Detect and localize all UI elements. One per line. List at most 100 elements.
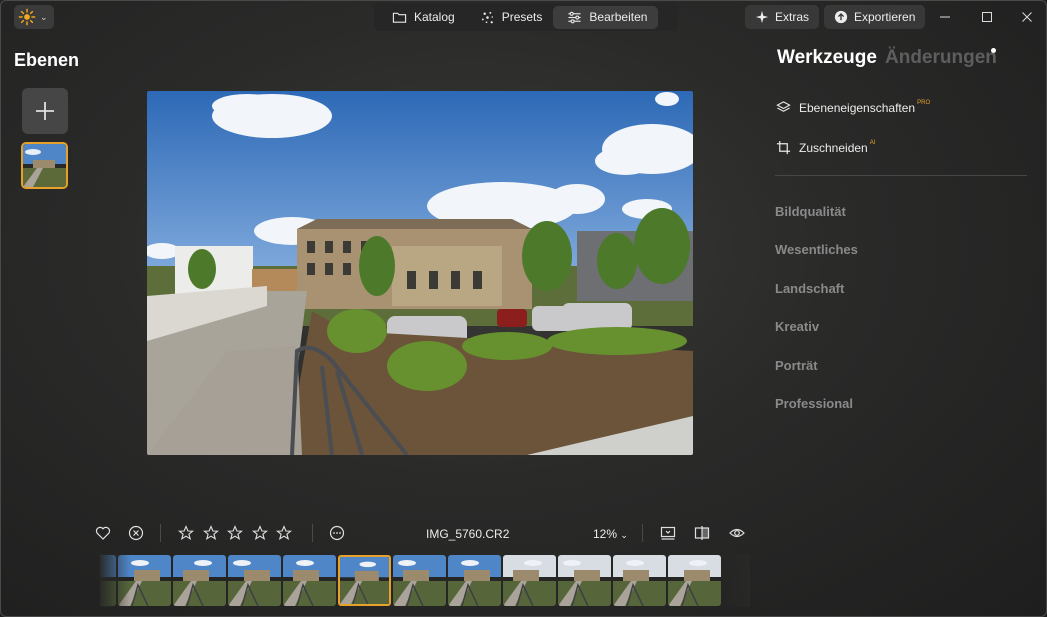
tab-presets[interactable]: Presets xyxy=(466,6,554,29)
category-portraet[interactable]: Porträt xyxy=(775,358,818,373)
tab-bearbeiten-label: Bearbeiten xyxy=(589,10,648,24)
filmstrip-thumbnail-selected[interactable] xyxy=(338,555,391,606)
more-options-button[interactable] xyxy=(328,524,346,542)
export-button[interactable]: Exportieren xyxy=(824,5,926,29)
star-icon xyxy=(251,525,268,541)
filmstrip-thumbnail-image xyxy=(558,555,611,606)
star-rating-5[interactable] xyxy=(275,524,293,542)
compare-button[interactable] xyxy=(693,524,711,542)
chevron-down-icon: ⌄ xyxy=(620,530,628,540)
tab-werkzeuge[interactable]: Werkzeuge xyxy=(777,47,877,69)
filmstrip-thumbnail[interactable] xyxy=(668,555,721,606)
filmstrip-thumbnail[interactable] xyxy=(503,555,556,606)
preview-button[interactable] xyxy=(728,524,746,542)
tab-bearbeiten[interactable]: Bearbeiten xyxy=(553,5,659,29)
layer-thumbnail[interactable] xyxy=(21,142,68,189)
filmstrip-thumbnail[interactable] xyxy=(228,555,281,606)
export-label: Exportieren xyxy=(854,10,916,24)
star-rating-2[interactable] xyxy=(202,524,220,542)
filmstrip-thumbnail-image xyxy=(448,555,501,606)
layer-thumbnail-image xyxy=(23,144,66,187)
layers-icon xyxy=(776,101,791,112)
maximize-icon xyxy=(982,12,992,22)
tab-aenderungen[interactable]: Änderungen xyxy=(885,47,997,69)
sparkle-icon xyxy=(755,10,769,24)
filmstrip-icon xyxy=(660,526,676,540)
file-name: IMG_5760.CR2 xyxy=(426,527,510,541)
tool-ebeneneigenschaften-label: Ebeneneigenschaften xyxy=(799,100,916,115)
mode-tabs: Katalog Presets Bearbeiten xyxy=(374,3,678,31)
sparkle-dots-icon xyxy=(481,11,493,23)
star-icon xyxy=(276,525,292,541)
star-icon xyxy=(178,525,194,541)
filmstrip-thumbnail-image xyxy=(340,557,389,604)
ai-badge: AI xyxy=(869,139,876,146)
pro-badge: PRO xyxy=(917,99,931,106)
panel-divider xyxy=(775,175,1027,176)
minimize-button[interactable] xyxy=(936,8,954,26)
star-rating-4[interactable] xyxy=(251,524,269,542)
reject-circle-x-icon xyxy=(128,525,144,541)
category-kreativ[interactable]: Kreativ xyxy=(775,319,819,334)
heart-icon xyxy=(95,526,111,540)
tab-katalog[interactable]: Katalog xyxy=(378,6,466,29)
sun-logo-icon xyxy=(18,8,36,26)
filmstrip-thumbnail[interactable] xyxy=(393,555,446,606)
chevron-down-icon: ⌄ xyxy=(40,11,48,22)
star-rating-3[interactable] xyxy=(226,524,244,542)
filmstrip-thumbnail-image xyxy=(503,555,556,606)
more-circle-icon xyxy=(329,525,345,541)
tool-zuschneiden[interactable]: Zuschneiden AI xyxy=(776,140,875,155)
tool-ebeneneigenschaften[interactable]: Ebeneneigenschaften PRO xyxy=(776,100,930,115)
filmstrip-thumbnail-image xyxy=(393,555,446,606)
filmstrip-thumbnail[interactable] xyxy=(613,555,666,606)
add-layer-button[interactable] xyxy=(22,88,68,134)
close-icon xyxy=(1022,12,1032,22)
star-rating-1[interactable] xyxy=(177,524,195,542)
maximize-button[interactable] xyxy=(978,8,996,26)
toolbar-separator xyxy=(642,524,643,542)
extras-button[interactable]: Extras xyxy=(745,5,820,29)
eye-icon xyxy=(729,528,745,538)
filmstrip-toggle-button[interactable] xyxy=(659,524,677,542)
star-icon xyxy=(202,525,219,541)
filmstrip-thumbnail-image xyxy=(613,555,666,606)
photo-image xyxy=(147,91,693,455)
tool-zuschneiden-label: Zuschneiden xyxy=(799,140,868,155)
tab-katalog-label: Katalog xyxy=(414,10,455,24)
toolbar-separator xyxy=(312,524,313,542)
filmstrip-thumbnail[interactable] xyxy=(448,555,501,606)
category-wesentliches[interactable]: Wesentliches xyxy=(775,242,858,257)
filmstrip-thumbnail[interactable] xyxy=(283,555,336,606)
app-menu-button[interactable]: ⌄ xyxy=(14,5,54,29)
star-icon xyxy=(227,525,243,541)
zoom-dropdown[interactable]: 12% ⌄ xyxy=(593,527,628,541)
minimize-icon xyxy=(940,16,950,18)
filmstrip-fade-right xyxy=(720,554,750,607)
filmstrip-thumbnail[interactable] xyxy=(558,555,611,606)
filmstrip xyxy=(100,554,750,607)
filmstrip-fade-left xyxy=(100,554,130,607)
changes-indicator-dot xyxy=(991,48,996,53)
tab-presets-label: Presets xyxy=(501,10,543,24)
filmstrip-thumbnail-image xyxy=(228,555,281,606)
main-photo[interactable] xyxy=(147,91,693,455)
zoom-value: 12% xyxy=(593,527,618,541)
folder-icon xyxy=(392,12,407,23)
sliders-icon xyxy=(568,11,581,23)
category-professional[interactable]: Professional xyxy=(775,396,853,411)
favorite-button[interactable] xyxy=(94,524,112,542)
extras-label: Extras xyxy=(775,10,810,24)
compare-split-icon xyxy=(694,526,710,540)
category-bildqualitaet[interactable]: Bildqualität xyxy=(775,204,846,219)
filmstrip-thumbnail-image xyxy=(283,555,336,606)
toolbar-separator xyxy=(160,524,161,542)
plus-icon xyxy=(36,102,54,120)
category-landschaft[interactable]: Landschaft xyxy=(775,281,844,296)
filmstrip-thumbnail-image xyxy=(668,555,721,606)
filmstrip-thumbnail-image xyxy=(173,555,226,606)
close-button[interactable] xyxy=(1018,8,1036,26)
reject-button[interactable] xyxy=(127,524,145,542)
filmstrip-thumbnail[interactable] xyxy=(173,555,226,606)
crop-icon xyxy=(776,140,791,155)
